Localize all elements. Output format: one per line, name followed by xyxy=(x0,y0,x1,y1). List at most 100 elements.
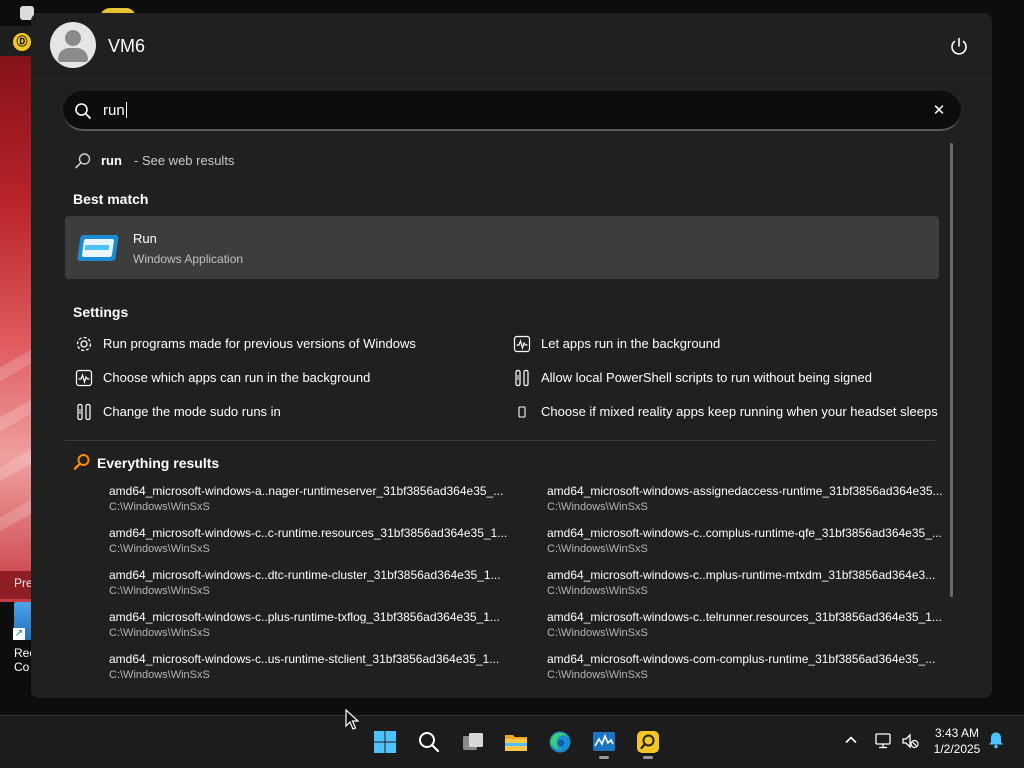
everything-heading-label: Everything results xyxy=(97,455,220,471)
file-name: amd64_microsoft-windows-com-complus-runt… xyxy=(547,652,936,666)
file-result[interactable]: amd64_microsoft-windows-c..telrunner.res… xyxy=(547,610,947,644)
file-result[interactable]: amd64_microsoft-windows-c..mplus-runtime… xyxy=(547,568,947,602)
task-manager-icon xyxy=(593,732,615,751)
settings-heading: Settings xyxy=(73,304,129,320)
search-query-text[interactable]: run xyxy=(103,102,127,119)
edge-browser-icon xyxy=(549,731,571,753)
search-icon xyxy=(75,103,91,119)
setting-choose-background-apps[interactable]: Choose which apps can run in the backgro… xyxy=(75,367,505,389)
file-name: amd64_microsoft-windows-c..c-runtime.res… xyxy=(109,526,508,540)
user-header: VM6 xyxy=(31,13,992,79)
power-button[interactable] xyxy=(947,35,971,59)
setting-run-old-programs[interactable]: Run programs made for previous versions … xyxy=(75,333,505,355)
file-name: amd64_microsoft-windows-c..plus-runtime-… xyxy=(109,610,500,624)
setting-label: Allow local PowerShell scripts to run wi… xyxy=(541,370,872,385)
setting-label: Choose if mixed reality apps keep runnin… xyxy=(541,404,938,419)
best-match-name: Run xyxy=(133,231,157,246)
chevron-up-icon[interactable] xyxy=(842,731,860,749)
start-menu: VM6 run ✕ run - See web results Best mat… xyxy=(31,13,992,698)
file-path: C:\Windows\WinSxS xyxy=(547,501,648,513)
file-name: amd64_microsoft-windows-c..complus-runti… xyxy=(547,526,942,540)
notification-bell-icon[interactable] xyxy=(986,730,1006,750)
setting-mixed-reality[interactable]: Choose if mixed reality apps keep runnin… xyxy=(513,401,953,423)
results-scrollbar[interactable] xyxy=(950,143,953,597)
tools-icon xyxy=(515,369,529,387)
taskbar: 3:43 AM 1/2/2025 xyxy=(0,715,1024,768)
web-result-suffix: - See web results xyxy=(134,153,235,168)
file-result[interactable]: amd64_microsoft-windows-c..us-runtime-st… xyxy=(109,652,509,686)
user-avatar[interactable] xyxy=(50,22,96,68)
taskbar-search-button[interactable] xyxy=(413,726,445,758)
setting-label: Choose which apps can run in the backgro… xyxy=(103,370,371,385)
system-clock[interactable]: 3:43 AM 1/2/2025 xyxy=(924,725,990,757)
setting-label: Run programs made for previous versions … xyxy=(103,336,416,351)
best-match-heading: Best match xyxy=(73,191,149,207)
everything-search-icon xyxy=(73,454,90,470)
file-result[interactable]: amd64_microsoft-windows-c..plus-runtime-… xyxy=(109,610,509,644)
run-app-icon xyxy=(77,235,119,261)
section-divider xyxy=(65,440,935,441)
file-name: amd64_microsoft-windows-c..dtc-runtime-c… xyxy=(109,568,501,582)
search-input[interactable]: run ✕ xyxy=(63,91,961,131)
power-icon xyxy=(951,37,967,55)
clock-date: 1/2/2025 xyxy=(933,742,981,756)
best-match-type: Windows Application xyxy=(133,252,244,266)
windows-start-icon xyxy=(374,731,396,753)
pulse-icon xyxy=(513,335,531,353)
clear-search-button[interactable]: ✕ xyxy=(929,101,949,121)
clock-time: 3:43 AM xyxy=(934,726,980,740)
file-path: C:\Windows\WinSxS xyxy=(109,627,210,639)
everything-app-button[interactable] xyxy=(632,726,664,759)
file-path: C:\Windows\WinSxS xyxy=(109,669,210,681)
task-view-icon xyxy=(463,733,483,750)
file-result[interactable]: amd64_microsoft-windows-assignedaccess-r… xyxy=(547,484,947,518)
search-icon xyxy=(419,732,440,753)
file-result[interactable]: amd64_microsoft-windows-com-complus-runt… xyxy=(547,652,947,686)
setting-background-apps[interactable]: Let apps run in the background xyxy=(513,333,943,355)
file-path: C:\Windows\WinSxS xyxy=(547,627,648,639)
tools-icon xyxy=(77,403,91,421)
pulse-icon xyxy=(75,369,93,387)
best-match-run-app[interactable]: Run Windows Application xyxy=(65,216,939,279)
file-name: amd64_microsoft-windows-a..nager-runtime… xyxy=(109,484,504,498)
file-path: C:\Windows\WinSxS xyxy=(547,543,648,555)
file-name: amd64_microsoft-windows-c..mplus-runtime… xyxy=(547,568,936,582)
setting-powershell-scripts[interactable]: Allow local PowerShell scripts to run wi… xyxy=(513,367,943,389)
task-view-button[interactable] xyxy=(457,726,489,758)
running-indicator xyxy=(643,756,653,759)
file-path: C:\Windows\WinSxS xyxy=(109,585,210,597)
file-result[interactable]: amd64_microsoft-windows-c..dtc-runtime-c… xyxy=(109,568,509,602)
everything-search-icon xyxy=(637,731,659,753)
file-path: C:\Windows\WinSxS xyxy=(547,669,648,681)
file-explorer-icon xyxy=(505,735,527,751)
start-button[interactable] xyxy=(369,726,401,758)
running-indicator xyxy=(599,756,609,759)
setting-label: Let apps run in the background xyxy=(541,336,721,351)
setting-label: Change the mode sudo runs in xyxy=(103,404,281,419)
file-result[interactable]: amd64_microsoft-windows-c..complus-runti… xyxy=(547,526,947,560)
gear-icon xyxy=(76,336,92,352)
avatar-head-icon xyxy=(65,30,81,46)
web-search-icon xyxy=(75,153,91,169)
file-explorer-button[interactable] xyxy=(500,726,532,758)
app-logo-icon: Ⓓ xyxy=(13,33,31,51)
web-result-query: run xyxy=(101,153,122,168)
file-path: C:\Windows\WinSxS xyxy=(547,585,648,597)
task-manager-button[interactable] xyxy=(588,726,620,759)
setting-sudo-mode[interactable]: Change the mode sudo runs in xyxy=(75,401,505,423)
user-name[interactable]: VM6 xyxy=(108,36,145,57)
edge-browser-button[interactable] xyxy=(544,726,576,758)
file-name: amd64_microsoft-windows-assignedaccess-r… xyxy=(547,484,943,498)
mouse-cursor-icon xyxy=(345,709,359,730)
file-name: amd64_microsoft-windows-c..telrunner.res… xyxy=(547,610,942,624)
shortcut-arrow-icon: ↗ xyxy=(13,628,25,640)
phone-icon xyxy=(518,406,526,418)
volume-muted-icon[interactable] xyxy=(900,731,920,751)
file-name: amd64_microsoft-windows-c..us-runtime-st… xyxy=(109,652,500,666)
file-result[interactable]: amd64_microsoft-windows-a..nager-runtime… xyxy=(109,484,509,518)
avatar-body-icon xyxy=(58,48,88,62)
file-path: C:\Windows\WinSxS xyxy=(109,501,210,513)
file-path: C:\Windows\WinSxS xyxy=(109,543,210,555)
network-icon[interactable] xyxy=(874,731,894,751)
file-result[interactable]: amd64_microsoft-windows-c..c-runtime.res… xyxy=(109,526,509,560)
